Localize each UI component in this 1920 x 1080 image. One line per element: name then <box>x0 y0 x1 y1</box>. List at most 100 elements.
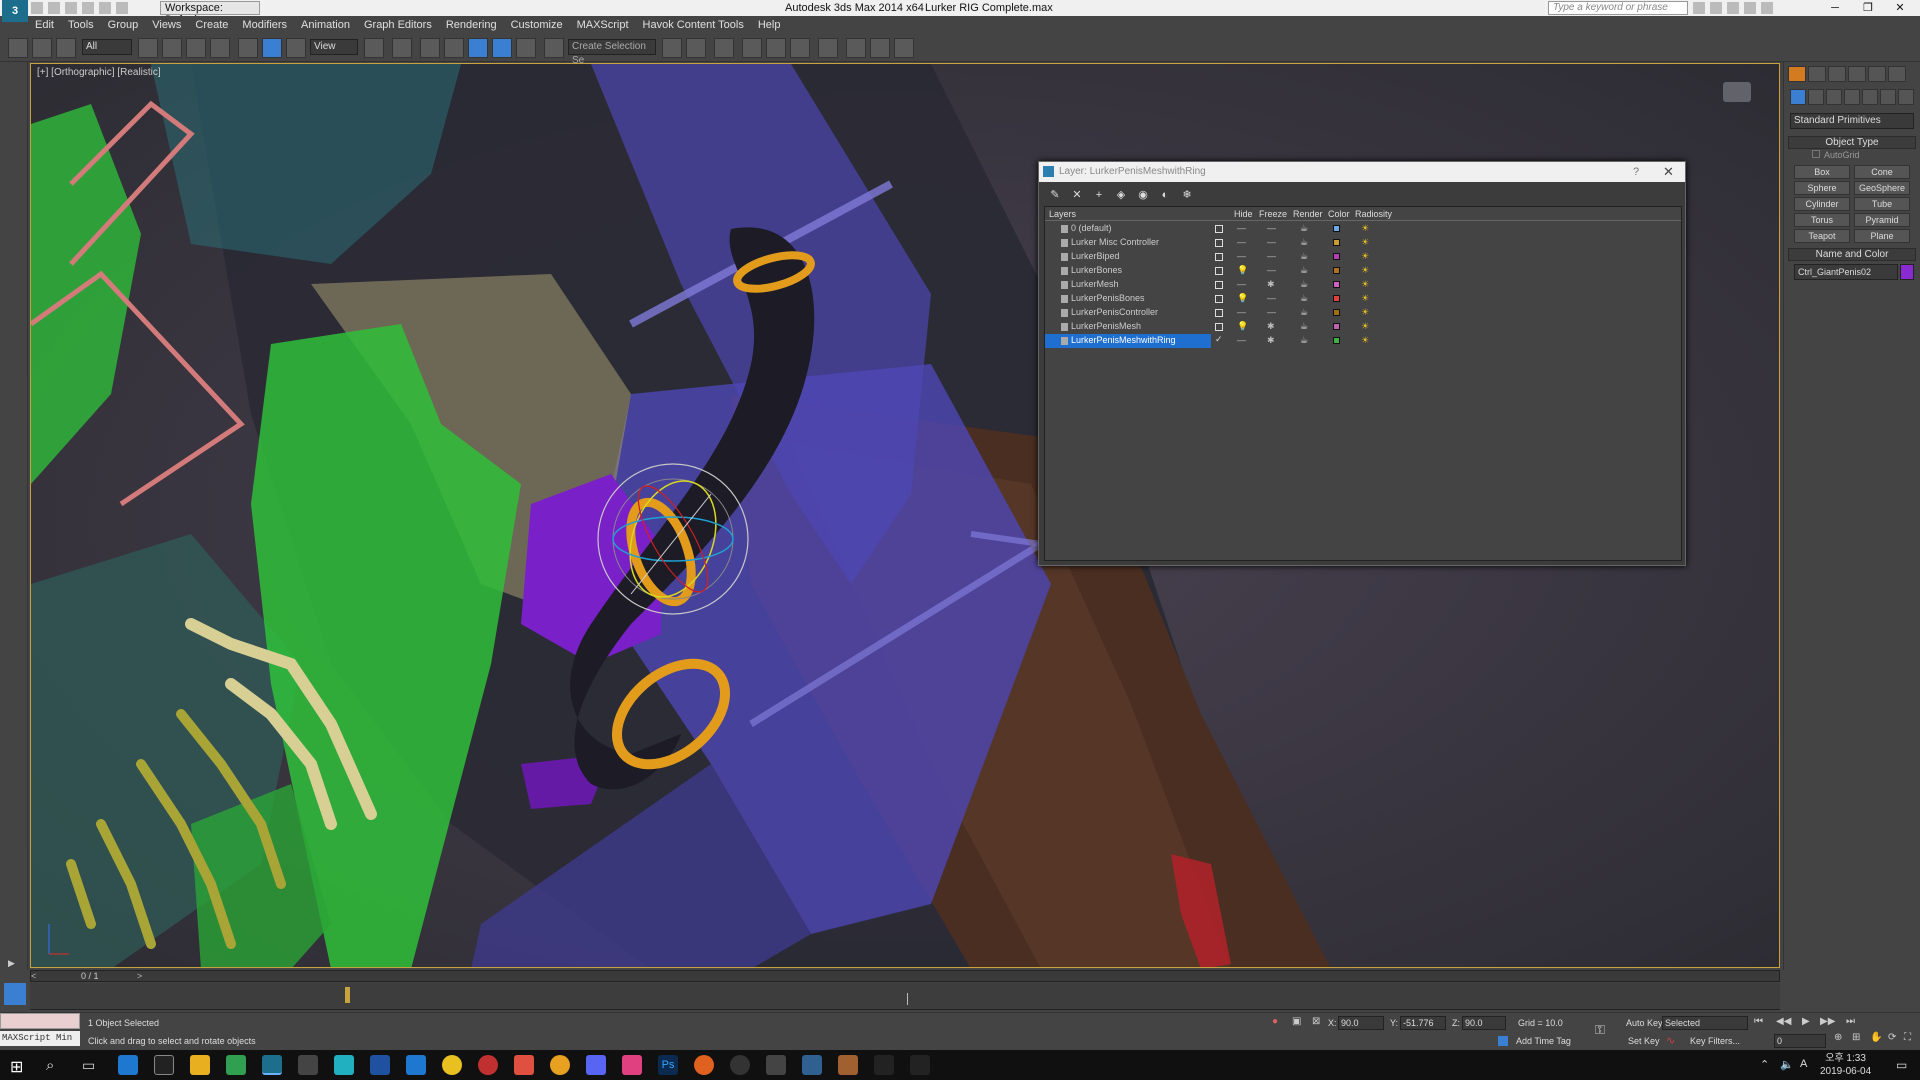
search-input[interactable]: Type a keyword or phrase <box>1548 1 1688 15</box>
menu-edit[interactable]: Edit <box>28 16 61 34</box>
layer-color-swatch[interactable] <box>1333 281 1340 288</box>
cameras-icon[interactable] <box>1844 89 1860 105</box>
select-manipulate-icon[interactable] <box>392 38 412 58</box>
app10-taskbar-icon[interactable] <box>910 1055 930 1075</box>
hide-toggle[interactable]: — <box>1237 223 1246 233</box>
redo-icon[interactable] <box>99 2 112 14</box>
file-explorer-icon[interactable] <box>190 1055 210 1075</box>
render-teapot-icon[interactable]: ☕ <box>1300 335 1308 346</box>
tube-button[interactable]: Tube <box>1854 197 1910 211</box>
layer-row[interactable]: LurkerPenisMeshwithRing ✓ — ✱ ☕ ☀ <box>1045 334 1395 348</box>
layer-row[interactable]: LurkerBiped — — ☕ ☀ <box>1045 250 1395 264</box>
windows-start-icon[interactable]: ⊞ <box>10 1057 23 1077</box>
network-icon[interactable]: ⌃ <box>1760 1058 1769 1071</box>
chrome-taskbar-icon[interactable] <box>478 1055 498 1075</box>
time-slider[interactable]: 0 / 1 < > <box>30 970 1780 982</box>
col-freeze-header[interactable]: Freeze <box>1259 209 1287 219</box>
time-next-arrow-icon[interactable]: > <box>137 971 149 981</box>
render-setup-icon[interactable] <box>846 38 866 58</box>
layer-name[interactable]: LurkerPenisMesh <box>1071 321 1141 331</box>
create-tab-icon[interactable] <box>1788 66 1806 82</box>
rendered-frame-window-icon[interactable] <box>870 38 890 58</box>
layer-name[interactable]: LurkerPenisController <box>1071 307 1158 317</box>
select-by-name-icon[interactable] <box>162 38 182 58</box>
set-key-mode-icon[interactable]: ⚿ <box>1595 1022 1605 1038</box>
material-editor-icon[interactable] <box>818 38 838 58</box>
layer-color-swatch[interactable] <box>1333 267 1340 274</box>
reference-coordinate-dropdown[interactable]: View <box>310 39 358 55</box>
go-start-icon[interactable]: ⏮ <box>1754 1016 1763 1027</box>
key-marker[interactable] <box>345 987 350 1003</box>
play-icon[interactable]: ▶ <box>1802 1016 1810 1027</box>
menu-animation[interactable]: Animation <box>294 16 357 34</box>
search-taskbar-icon[interactable]: ⌕ <box>46 1057 54 1074</box>
add-selection-icon[interactable]: + <box>1091 188 1107 202</box>
menu-graph-editors[interactable]: Graph Editors <box>357 16 439 34</box>
unlink-icon[interactable] <box>32 38 52 58</box>
current-layer-checkbox[interactable] <box>1215 239 1223 247</box>
window-crossing-icon[interactable] <box>210 38 230 58</box>
render-teapot-icon[interactable]: ☕ <box>1300 265 1308 276</box>
move-icon[interactable] <box>238 38 258 58</box>
layer-row[interactable]: LurkerPenisBones 💡 — ☕ ☀ <box>1045 292 1395 306</box>
maximize-viewport-icon[interactable]: ⛶ <box>1904 1032 1911 1043</box>
current-layer-check-icon[interactable]: ✓ <box>1215 334 1223 344</box>
render-production-icon[interactable] <box>894 38 914 58</box>
align-icon[interactable] <box>686 38 706 58</box>
name-color-rollout[interactable]: Name and Color <box>1788 248 1916 261</box>
discord-taskbar-icon[interactable] <box>586 1055 606 1075</box>
layer-manager-icon[interactable] <box>714 38 734 58</box>
col-hide-header[interactable]: Hide <box>1234 209 1253 219</box>
object-name-field[interactable]: Ctrl_GiantPenis02 <box>1794 264 1898 280</box>
set-key-button[interactable]: Set Key <box>1628 1036 1660 1046</box>
layer-name[interactable]: Lurker Misc Controller <box>1071 237 1159 247</box>
exchange-icon[interactable] <box>1727 2 1740 14</box>
selection-filter-dropdown[interactable]: All <box>82 39 132 55</box>
layer-row[interactable]: LurkerPenisController — — ☕ ☀ <box>1045 306 1395 320</box>
task-view-icon[interactable]: ▭ <box>82 1057 95 1074</box>
layer-name[interactable]: LurkerMesh <box>1071 279 1119 289</box>
radiosity-icon[interactable]: ☀ <box>1361 321 1369 332</box>
open-file-icon[interactable] <box>48 2 61 14</box>
photoshop-taskbar-icon[interactable]: Ps <box>658 1055 678 1075</box>
percent-snap-icon[interactable] <box>492 38 512 58</box>
hide-toggle[interactable]: — <box>1237 251 1246 261</box>
help-icon[interactable] <box>1761 2 1774 14</box>
hide-toggle[interactable]: — <box>1237 237 1246 247</box>
menu-havok[interactable]: Havok Content Tools <box>636 16 751 34</box>
viewcube-icon[interactable] <box>1721 78 1753 104</box>
freeze-toggle[interactable]: — <box>1267 237 1276 247</box>
motion-tab-icon[interactable] <box>1848 66 1866 82</box>
hide-toggle[interactable]: — <box>1237 307 1246 317</box>
menu-rendering[interactable]: Rendering <box>439 16 504 34</box>
hide-toggle[interactable]: 💡 <box>1237 321 1248 332</box>
freeze-toggle[interactable]: ✱ <box>1267 335 1275 346</box>
menu-customize[interactable]: Customize <box>504 16 570 34</box>
project-folder-icon[interactable] <box>116 2 129 14</box>
spacewarps-icon[interactable] <box>1880 89 1896 105</box>
col-render-header[interactable]: Render <box>1293 209 1323 219</box>
box-button[interactable]: Box <box>1794 165 1850 179</box>
teapot-button[interactable]: Teapot <box>1794 229 1850 243</box>
radiosity-icon[interactable]: ☀ <box>1361 265 1369 276</box>
3dsmax-taskbar-icon[interactable] <box>262 1055 282 1075</box>
current-layer-checkbox[interactable] <box>1215 323 1223 331</box>
angle-snap-icon[interactable] <box>468 38 488 58</box>
layer-dialog-titlebar[interactable]: Layer: LurkerPenisMeshwithRing <box>1039 162 1685 182</box>
app4-taskbar-icon[interactable] <box>622 1055 642 1075</box>
layer-color-swatch[interactable] <box>1333 295 1340 302</box>
layer-name[interactable]: LurkerBones <box>1071 265 1122 275</box>
terminal-taskbar-icon[interactable] <box>154 1055 174 1075</box>
graphite-ribbon-icon[interactable] <box>742 38 762 58</box>
edit-named-selection-icon[interactable] <box>544 38 564 58</box>
delete-icon[interactable]: ✕ <box>1069 188 1085 202</box>
render-teapot-icon[interactable]: ☕ <box>1300 293 1308 304</box>
curve-editor-icon[interactable] <box>766 38 786 58</box>
col-layers-header[interactable]: Layers <box>1049 209 1076 219</box>
mini-curve-editor-icon[interactable] <box>4 983 26 1005</box>
object-category-dropdown[interactable]: Standard Primitives <box>1790 113 1914 129</box>
radiosity-icon[interactable]: ☀ <box>1361 293 1369 304</box>
rotate-icon[interactable] <box>262 38 282 58</box>
systems-icon[interactable] <box>1898 89 1914 105</box>
current-layer-checkbox[interactable] <box>1215 281 1223 289</box>
